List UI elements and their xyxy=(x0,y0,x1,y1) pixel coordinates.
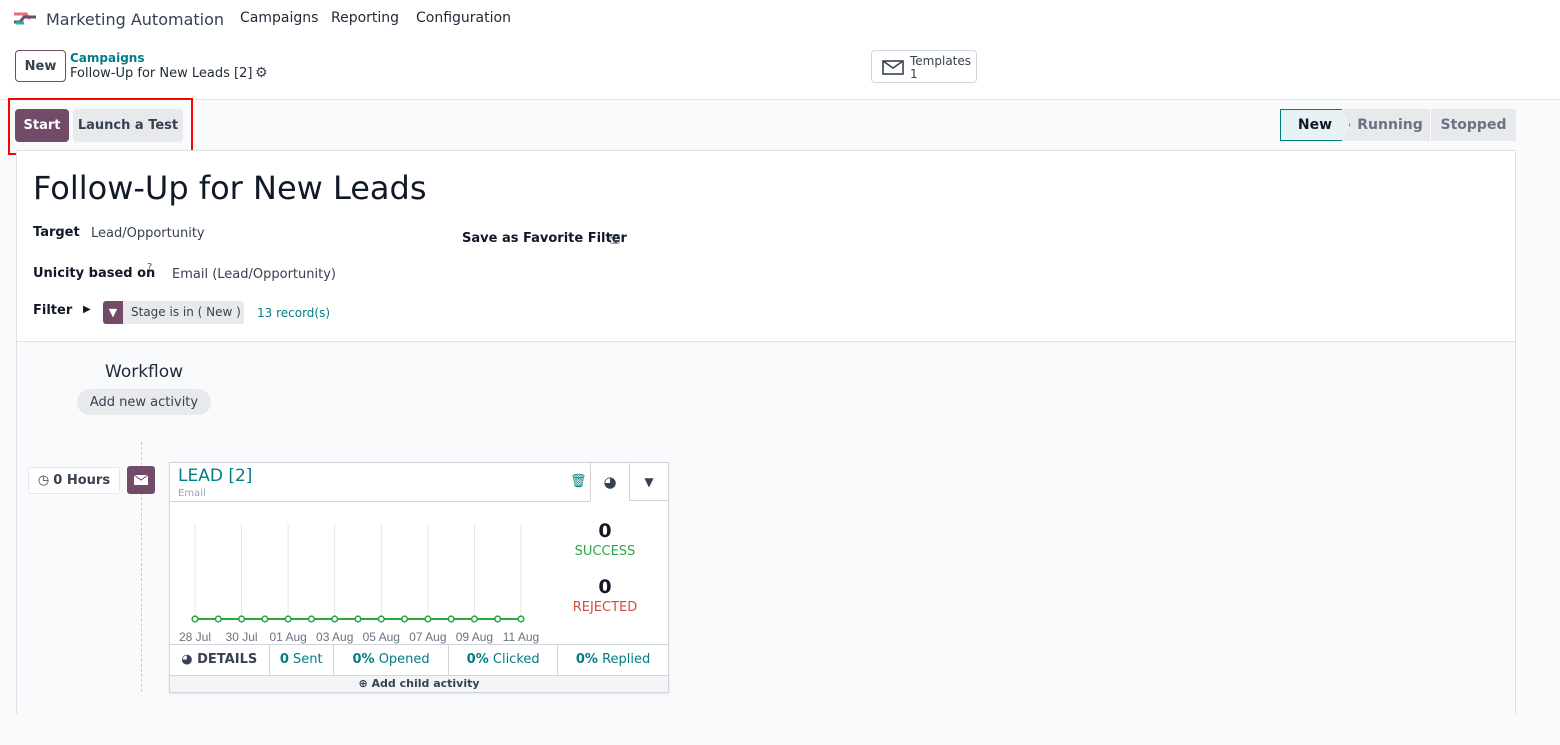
menu-configuration[interactable]: Configuration xyxy=(416,10,511,26)
clicked-label: Clicked xyxy=(492,652,540,668)
x-tick-label: 03 Aug xyxy=(316,630,353,644)
top-bar: Marketing Automation Campaigns Reporting… xyxy=(0,0,1560,100)
unicity-value[interactable]: Email (Lead/Opportunity) xyxy=(172,267,336,282)
activity-chart: 28 Jul 30 Jul 01 Aug 03 Aug 05 Aug 07 Aug 09 A… xyxy=(179,524,539,644)
details-button[interactable]: ◕ DETAILS xyxy=(170,644,270,675)
x-tick-label: 30 Jul xyxy=(226,630,258,644)
replied-label: Replied xyxy=(602,652,651,668)
data-point xyxy=(331,615,339,623)
add-child-activity-button[interactable]: ⊕ Add child activity xyxy=(170,675,668,692)
filter-icon[interactable]: ▼ xyxy=(629,463,668,501)
rejected-count: 0 xyxy=(598,576,612,598)
caret-right-icon[interactable]: ▶ xyxy=(83,304,91,315)
status-bar: New Running Stopped xyxy=(1280,109,1516,141)
opened-stat[interactable]: 0% Opened xyxy=(333,644,450,675)
x-tick-label: 07 Aug xyxy=(409,630,446,644)
data-point xyxy=(517,615,525,623)
data-point xyxy=(284,615,292,623)
add-child-label: Add child activity xyxy=(371,677,480,690)
filter-label: Filter xyxy=(33,303,73,318)
sent-stat[interactable]: 0 Sent xyxy=(269,644,334,675)
breadcrumb-current: Follow-Up for New Leads [2] xyxy=(70,66,253,81)
clicked-count: 0% xyxy=(466,652,489,668)
replied-count: 0% xyxy=(575,652,598,668)
new-button[interactable]: New xyxy=(15,50,66,82)
trigger-text: 0 Hours xyxy=(53,473,111,488)
menu-reporting[interactable]: Reporting xyxy=(331,10,399,26)
success-label: SUCCESS xyxy=(574,544,636,559)
data-point xyxy=(354,615,362,623)
form-sheet: Follow-Up for New Leads Target Lead/Oppo… xyxy=(16,150,1516,714)
save-favorite-filter[interactable]: Save as Favorite Filter xyxy=(462,231,627,246)
envelope-icon xyxy=(882,60,904,75)
floppy-icon[interactable]: 🖫 xyxy=(609,230,620,252)
data-point xyxy=(447,615,455,623)
trigger-interval[interactable]: ◷ 0 Hours xyxy=(28,467,120,494)
stage-running[interactable]: Running xyxy=(1350,109,1430,141)
filter-tag-text: Stage is in ( New ) xyxy=(131,305,241,319)
target-label: Target xyxy=(33,225,80,240)
activity-type: Email xyxy=(178,488,206,499)
x-tick-label: 05 Aug xyxy=(363,630,400,644)
data-point xyxy=(377,615,385,623)
help-icon[interactable]: ? xyxy=(147,262,152,273)
gear-icon[interactable]: ⚙ xyxy=(255,65,268,81)
campaign-title[interactable]: Follow-Up for New Leads xyxy=(33,169,427,207)
replied-stat[interactable]: 0% Replied xyxy=(558,645,668,675)
clicked-stat[interactable]: 0% Clicked xyxy=(448,644,559,675)
email-type-icon xyxy=(127,466,155,494)
data-point xyxy=(261,615,269,623)
menu-campaigns[interactable]: Campaigns xyxy=(240,10,318,26)
trash-icon[interactable]: 🗑 xyxy=(570,474,587,489)
app-logo-icon xyxy=(14,12,36,25)
breadcrumb-campaigns[interactable]: Campaigns xyxy=(70,51,144,65)
workflow-section: Workflow Add new activity ◷ 0 Hours LEAD … xyxy=(17,341,1515,714)
templates-button[interactable]: Templates 1 xyxy=(871,50,977,83)
stats-row: ◕ DETAILS 0 Sent 0% Opened 0% Clicked 0%… xyxy=(170,644,668,675)
data-point xyxy=(237,615,246,623)
clock-icon: ◷ xyxy=(37,473,50,488)
details-label: DETAILS xyxy=(197,652,258,668)
data-point xyxy=(400,615,409,623)
stage-new[interactable]: New xyxy=(1280,109,1350,141)
pie-chart-icon: ◕ xyxy=(181,652,193,668)
activity-name[interactable]: LEAD [2] xyxy=(178,466,252,486)
sent-count: 0 xyxy=(279,652,289,668)
opened-count: 0% xyxy=(352,652,375,668)
workflow-title: Workflow xyxy=(105,362,184,382)
records-link[interactable]: 13 record(s) xyxy=(257,306,330,320)
unicity-label: Unicity based on xyxy=(33,266,156,281)
target-value[interactable]: Lead/Opportunity xyxy=(91,226,205,241)
sent-label: Sent xyxy=(293,652,323,668)
data-point xyxy=(494,615,502,623)
data-point xyxy=(424,615,432,623)
data-point xyxy=(307,615,316,623)
app-title[interactable]: Marketing Automation xyxy=(46,10,224,29)
x-tick-label: 01 Aug xyxy=(269,630,306,644)
start-button[interactable]: Start xyxy=(15,109,69,142)
filter-tag[interactable]: ▼ Stage is in ( New ) xyxy=(103,301,244,324)
opened-label: Opened xyxy=(378,652,430,668)
funnel-icon: ▼ xyxy=(103,301,123,324)
stage-stopped[interactable]: Stopped xyxy=(1430,109,1516,141)
pie-chart-icon[interactable]: ◕ xyxy=(590,463,629,501)
templates-count: 1 xyxy=(910,67,918,81)
data-point xyxy=(470,615,479,623)
activity-card: LEAD [2] Email 🗑 ◕ ▼ 28 Jul 30 Jul 01 Aug 0… xyxy=(169,462,669,693)
data-point xyxy=(191,615,199,623)
success-count: 0 xyxy=(598,520,612,542)
templates-label: Templates xyxy=(910,54,972,68)
x-tick-label: 11 Aug xyxy=(503,630,539,644)
data-point xyxy=(214,615,222,623)
x-tick-label: 28 Jul xyxy=(179,630,211,644)
launch-test-button[interactable]: Launch a Test xyxy=(73,109,183,142)
x-tick-label: 09 Aug xyxy=(456,630,493,644)
add-activity-button[interactable]: Add new activity xyxy=(77,389,211,415)
rejected-label: REJECTED xyxy=(572,600,638,615)
plus-circle-icon: ⊕ xyxy=(358,677,368,690)
